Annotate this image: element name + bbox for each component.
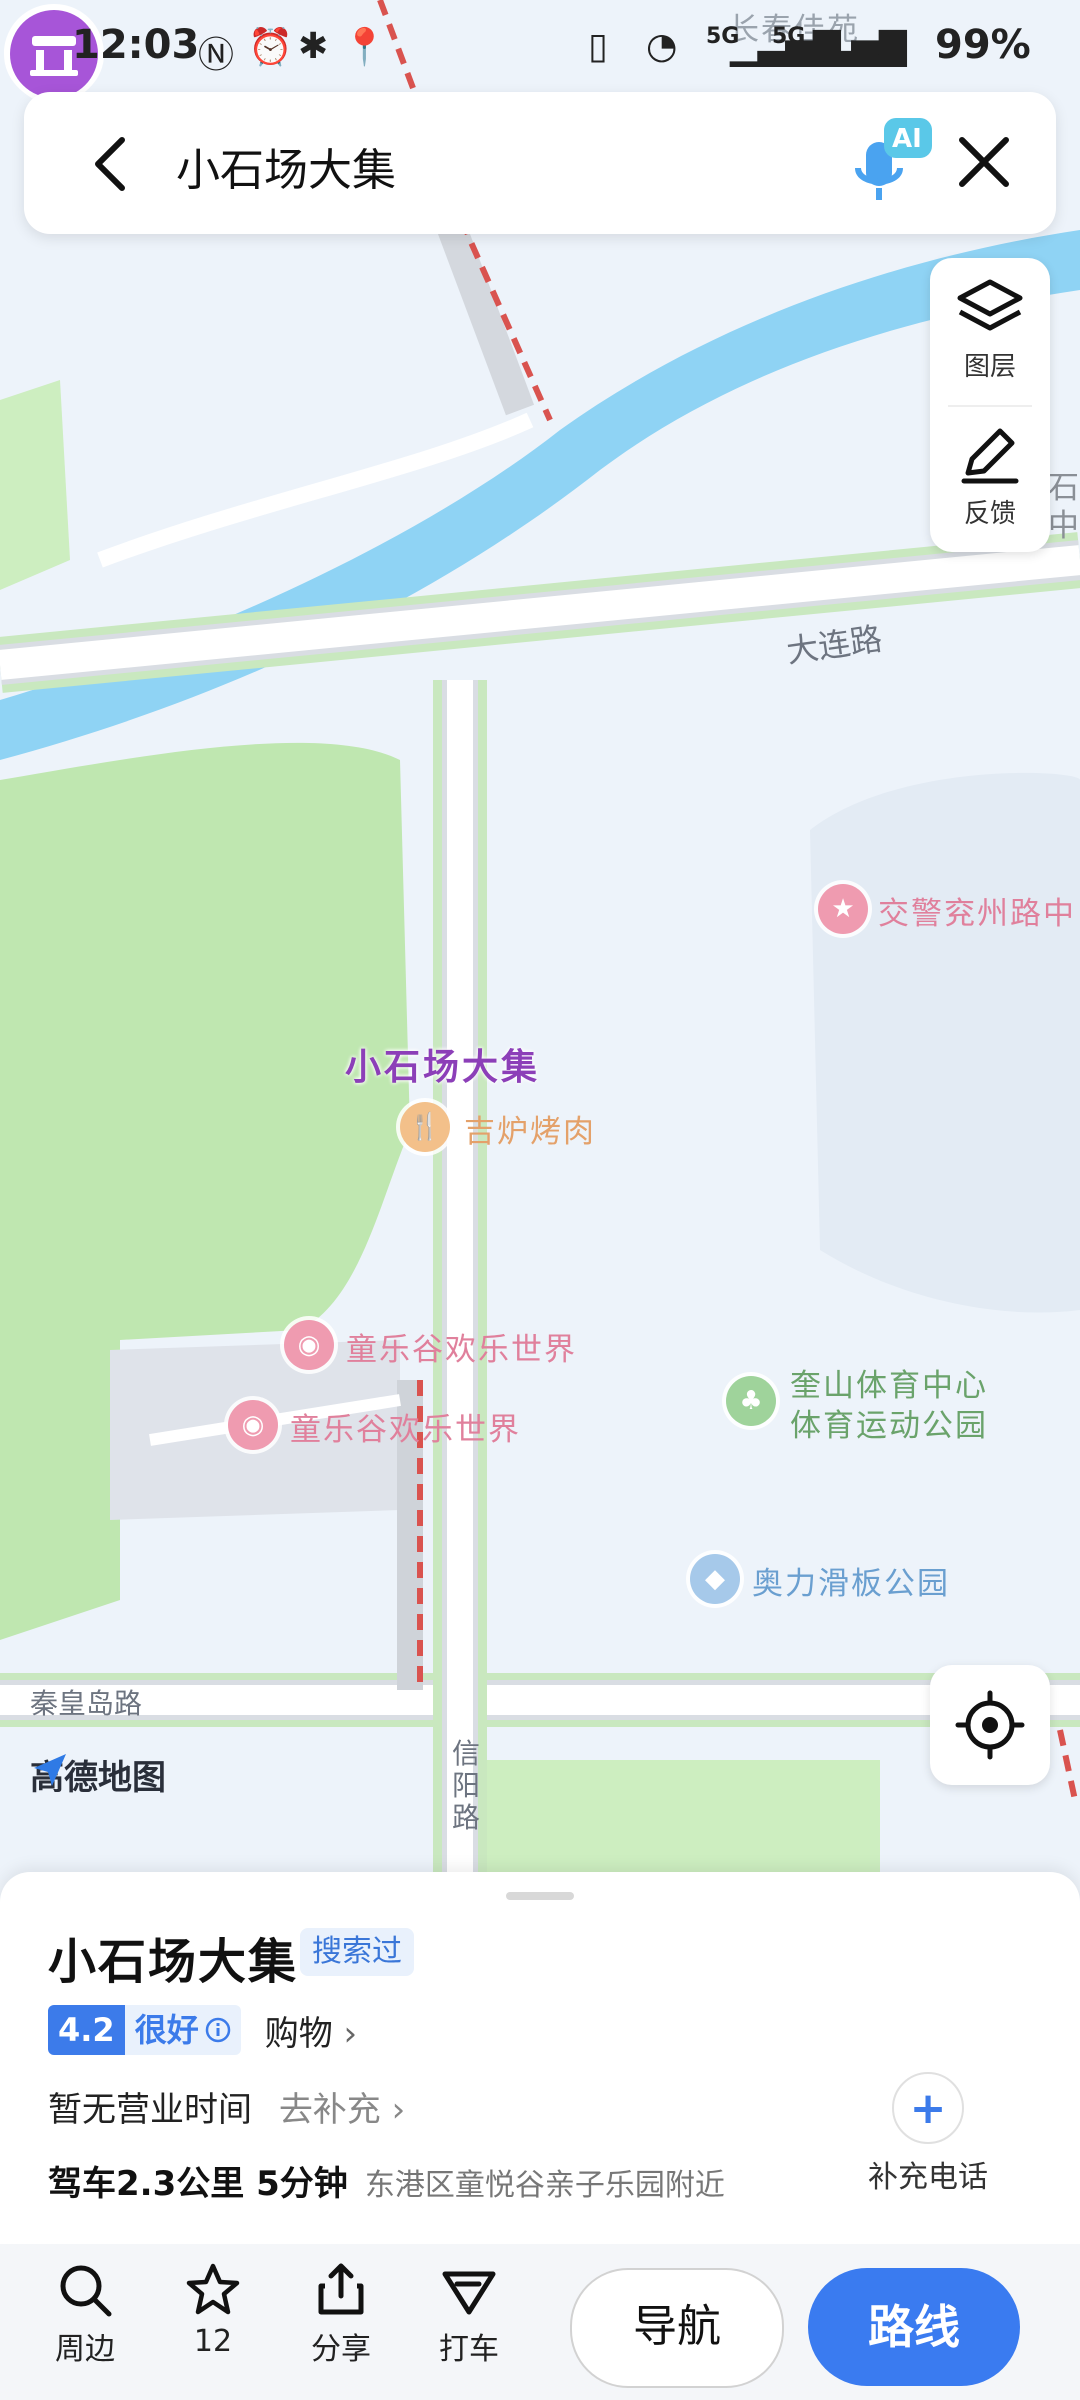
place-address: 东港区童悦谷亲子乐园附近: [364, 2168, 725, 2203]
pencil-icon: [961, 428, 1019, 484]
restaurant-icon[interactable]: 🍴: [400, 1102, 450, 1152]
favorite-button[interactable]: 12: [158, 2260, 268, 2359]
skate-park-icon[interactable]: ◆: [690, 1554, 740, 1604]
amap-logo: 高德地图: [30, 1750, 166, 1799]
hours-text: 暂无营业时间: [48, 2090, 252, 2130]
searched-tag: 搜索过: [300, 1928, 414, 1976]
nearby-button[interactable]: 周边: [30, 2260, 140, 2368]
ai-badge: AI: [892, 124, 922, 154]
rating-text: 很好: [134, 2011, 199, 2049]
layers-button[interactable]: 图层: [930, 258, 1050, 405]
feedback-label: 反馈: [963, 499, 1016, 529]
sheet-drag-handle[interactable]: [506, 1892, 574, 1900]
search-bar[interactable]: 小石场大集 AI: [24, 92, 1056, 234]
category-link[interactable]: 购物 ›: [265, 2006, 357, 2055]
navigate-button[interactable]: 导航: [570, 2268, 784, 2388]
poi-label-tongle-2[interactable]: 童乐谷欢乐世界: [290, 1404, 521, 1449]
share-label: 分享: [311, 2332, 371, 2367]
park-icon[interactable]: ♣: [726, 1376, 776, 1426]
map-view[interactable]: 大连路 秦皇岛路 信阳路 长春佳苑 ★ 交警兖州路中 🍴 吉炉烤肉 ◉ 童乐谷欢…: [0, 0, 1080, 1880]
rating-row[interactable]: 4.2 很好 购物 ›: [48, 2004, 357, 2056]
poi-label-partial-zhong: 中: [1048, 508, 1080, 544]
poi-label-jilu[interactable]: 吉炉烤肉: [464, 1106, 596, 1151]
signal-bars-2-icon: ▁▃▅▇: [796, 26, 907, 67]
drive-row: 驾车2.3公里 5分钟 东港区童悦谷亲子乐园附近: [48, 2156, 725, 2205]
amusement-icon[interactable]: ◉: [228, 1400, 278, 1450]
chevron-right-icon: ›: [391, 2090, 406, 2130]
alarm-icon: ⏰: [248, 27, 293, 68]
nearby-label: 周边: [55, 2332, 115, 2367]
status-time: 12:03: [72, 22, 200, 68]
battery-icon: ▭: [858, 26, 891, 66]
bluetooth-icon: ✱: [298, 26, 329, 67]
nfc-icon: Ⓝ: [198, 35, 235, 76]
search-input[interactable]: 小石场大集: [176, 134, 396, 198]
category-label: 购物: [264, 2013, 333, 2054]
police-icon[interactable]: ★: [818, 884, 868, 934]
plus-icon: +: [892, 2072, 964, 2144]
microphone-icon: [855, 118, 932, 200]
battery-percent: 99%: [935, 22, 1031, 68]
my-location-button[interactable]: [930, 1665, 1050, 1785]
marker-label: 小石场大集: [345, 1047, 541, 1088]
poi-label-tongle-1[interactable]: 童乐谷欢乐世界: [346, 1324, 577, 1369]
back-arrow-icon[interactable]: [72, 124, 152, 204]
map-tool-panel: 图层 反馈: [930, 258, 1050, 552]
location-icon: 📍: [342, 27, 387, 68]
vibrate-icon: ▯: [588, 26, 608, 67]
amusement-icon[interactable]: ◉: [284, 1320, 334, 1370]
taxi-label: 打车: [439, 2332, 499, 2367]
favorite-count: 12: [193, 2324, 233, 2359]
hours-add-link[interactable]: 去补充 ›: [279, 2090, 405, 2130]
star-icon: [186, 2263, 240, 2315]
add-phone-label: 补充电话: [868, 2160, 988, 2195]
layers-icon: [957, 279, 1023, 331]
poi-label-traffic-police[interactable]: 交警兖州路中: [878, 888, 1076, 933]
share-icon: [318, 2263, 364, 2315]
wifi-icon: ◔: [646, 26, 678, 67]
close-icon[interactable]: [944, 122, 1024, 202]
place-name: 小石场大集: [48, 1934, 299, 1990]
rating-badge: 很好: [124, 2005, 241, 2055]
taxi-button[interactable]: 打车: [414, 2260, 524, 2368]
poi-label-kuishan-2[interactable]: 体育运动公园: [790, 1400, 988, 1445]
layers-label: 图层: [963, 352, 1016, 382]
taxi-icon: [442, 2271, 496, 2315]
road-label-xinyang: 信阳路: [452, 1737, 481, 1834]
info-icon[interactable]: [205, 2017, 231, 2043]
place-detail-sheet[interactable]: 小石场大集 搜索过 4.2 很好 购物 › 暂无营业时间 去补充 › 驾车2.3…: [0, 1872, 1080, 2400]
amap-logo-icon: [34, 1754, 66, 1786]
drive-info: 驾车2.3公里 5分钟: [48, 2164, 348, 2204]
status-bar: 12:03 Ⓝ ⏰ ✱ 📍 ▯ ◔ 5G ▁▃▅▇ 5G ▁▃▅▇ ▭ 99%: [0, 0, 1080, 100]
add-phone-button[interactable]: + 补充电话: [856, 2072, 1000, 2196]
road-label-qinhuangdao: 秦皇岛路: [30, 1687, 143, 1720]
ai-voice-button[interactable]: AI: [844, 112, 936, 212]
poi-label-aoli[interactable]: 奥力滑板公园: [752, 1558, 950, 1603]
rating-score: 4.2: [48, 2005, 125, 2055]
feedback-button[interactable]: 反馈: [930, 405, 1050, 552]
share-button[interactable]: 分享: [286, 2260, 396, 2368]
hours-add-label: 去补充: [278, 2090, 381, 2130]
route-button[interactable]: 路线: [808, 2268, 1020, 2386]
search-icon: [60, 2265, 112, 2317]
crosshair-icon: [955, 1690, 1025, 1760]
hours-row: 暂无营业时间 去补充 ›: [48, 2082, 405, 2131]
action-bar: 周边 12 分享 打车 导航 路线: [0, 2244, 1080, 2400]
poi-label-kuishan-1[interactable]: 奎山体育中心: [790, 1360, 988, 1405]
chevron-right-icon: ›: [343, 2013, 358, 2054]
